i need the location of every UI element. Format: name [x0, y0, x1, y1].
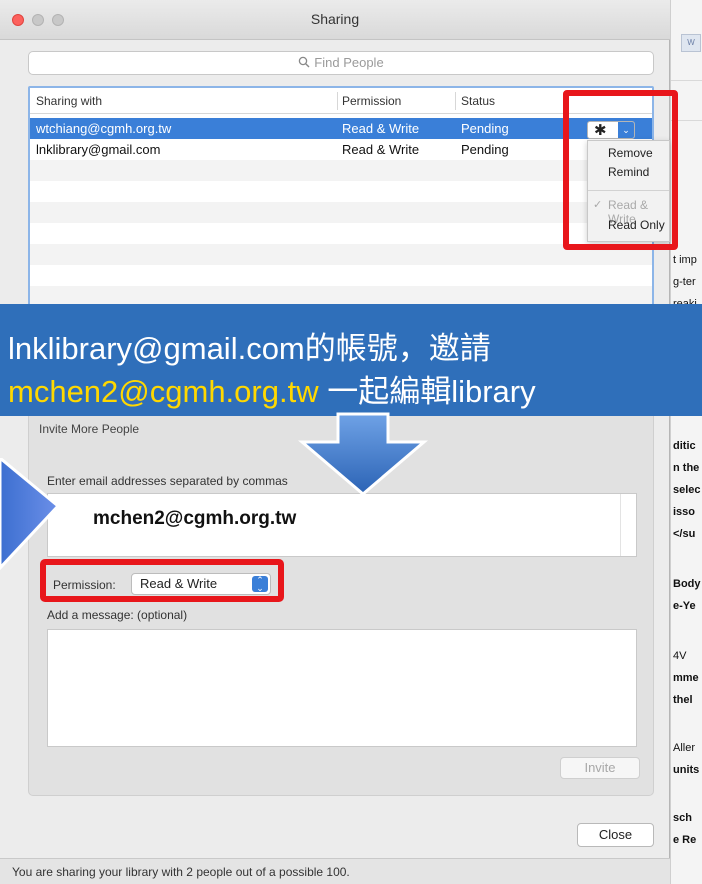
background-text-line: Body: [673, 578, 701, 590]
background-text-line: selec: [673, 484, 701, 496]
sharing-status-text: You are sharing your library with 2 peop…: [12, 865, 350, 879]
background-text-line: n the: [673, 462, 700, 474]
column-header-status[interactable]: Status: [461, 94, 495, 108]
empty-row: [30, 160, 652, 181]
search-icon: [298, 52, 310, 74]
table-row[interactable]: wtchiang@cgmh.org.tw Read & Write Pendin…: [30, 118, 652, 139]
down-arrow-icon: [298, 412, 428, 496]
banner-line-2: mchen2@cgmh.org.tw 一起編輯library: [8, 366, 536, 411]
status-bar: You are sharing your library with 2 peop…: [0, 858, 670, 884]
row-permission: Read & Write: [342, 142, 420, 157]
background-text-line: g-ter: [673, 276, 696, 288]
column-header-sharing-with[interactable]: Sharing with: [36, 94, 102, 108]
message-textarea[interactable]: [47, 629, 637, 747]
email-scrollbar[interactable]: [620, 494, 636, 556]
row-email: wtchiang@cgmh.org.tw: [36, 121, 172, 136]
background-text-line: </su: [673, 528, 696, 540]
row-permission: Read & Write: [342, 121, 420, 136]
search-placeholder: Find People: [314, 55, 384, 70]
empty-row: [30, 181, 652, 202]
window-title: Sharing: [310, 11, 360, 27]
background-text-line: isso: [673, 506, 696, 518]
empty-row: [30, 202, 652, 223]
empty-row: [30, 286, 652, 304]
word-doc-icon: W: [681, 34, 701, 52]
table-header: Sharing with Permission Status: [30, 88, 652, 114]
row-status: Pending: [461, 142, 509, 157]
background-text-line: sch: [673, 812, 692, 824]
menu-highlight: [563, 90, 678, 250]
background-text-line: ditic: [673, 440, 696, 452]
email-label: Enter email addresses separated by comma…: [47, 474, 288, 488]
background-text-line: mme: [673, 672, 699, 684]
column-header-permission[interactable]: Permission: [342, 94, 401, 108]
row-email: lnklibrary@gmail.com: [36, 142, 161, 157]
background-text-line: units: [673, 764, 700, 776]
annotation-banner: lnklibrary@gmail.com的帳號，邀請 mchen2@cgmh.o…: [0, 304, 702, 416]
email-field[interactable]: mchen2@cgmh.org.tw: [47, 493, 637, 557]
row-status: Pending: [461, 121, 509, 136]
permission-highlight: [40, 559, 284, 602]
empty-row: [30, 265, 652, 286]
empty-row: [30, 223, 652, 244]
background-text-line: t imp: [673, 254, 697, 266]
banner-line-1: lnklibrary@gmail.com的帳號，邀請: [8, 331, 491, 366]
column-divider: [455, 92, 456, 110]
background-text-line: e-Ye: [673, 600, 696, 612]
close-button[interactable]: Close: [577, 823, 654, 847]
title-bar: Sharing: [0, 0, 670, 40]
banner-line-2-rest: 一起編輯library: [318, 374, 536, 409]
background-text-line: 4V: [673, 650, 687, 662]
invite-button[interactable]: Invite: [560, 757, 640, 779]
background-text-line: thel: [673, 694, 693, 706]
message-label: Add a message: (optional): [47, 608, 188, 622]
banner-email: mchen2@cgmh.org.tw: [8, 374, 319, 409]
background-text-line: e Re: [673, 834, 697, 846]
divider: [671, 80, 702, 81]
sharing-table: Sharing with Permission Status wtchiang@…: [28, 86, 654, 306]
find-people-search[interactable]: Find People: [28, 51, 654, 75]
table-row[interactable]: lnklibrary@gmail.com Read & Write Pendin…: [30, 139, 652, 160]
empty-row: [30, 244, 652, 265]
invite-section-title: Invite More People: [39, 422, 140, 436]
right-arrow-icon: [0, 458, 60, 571]
column-divider: [337, 92, 338, 110]
email-value: mchen2@cgmh.org.tw: [93, 508, 297, 529]
background-text-line: Aller: [673, 742, 696, 754]
